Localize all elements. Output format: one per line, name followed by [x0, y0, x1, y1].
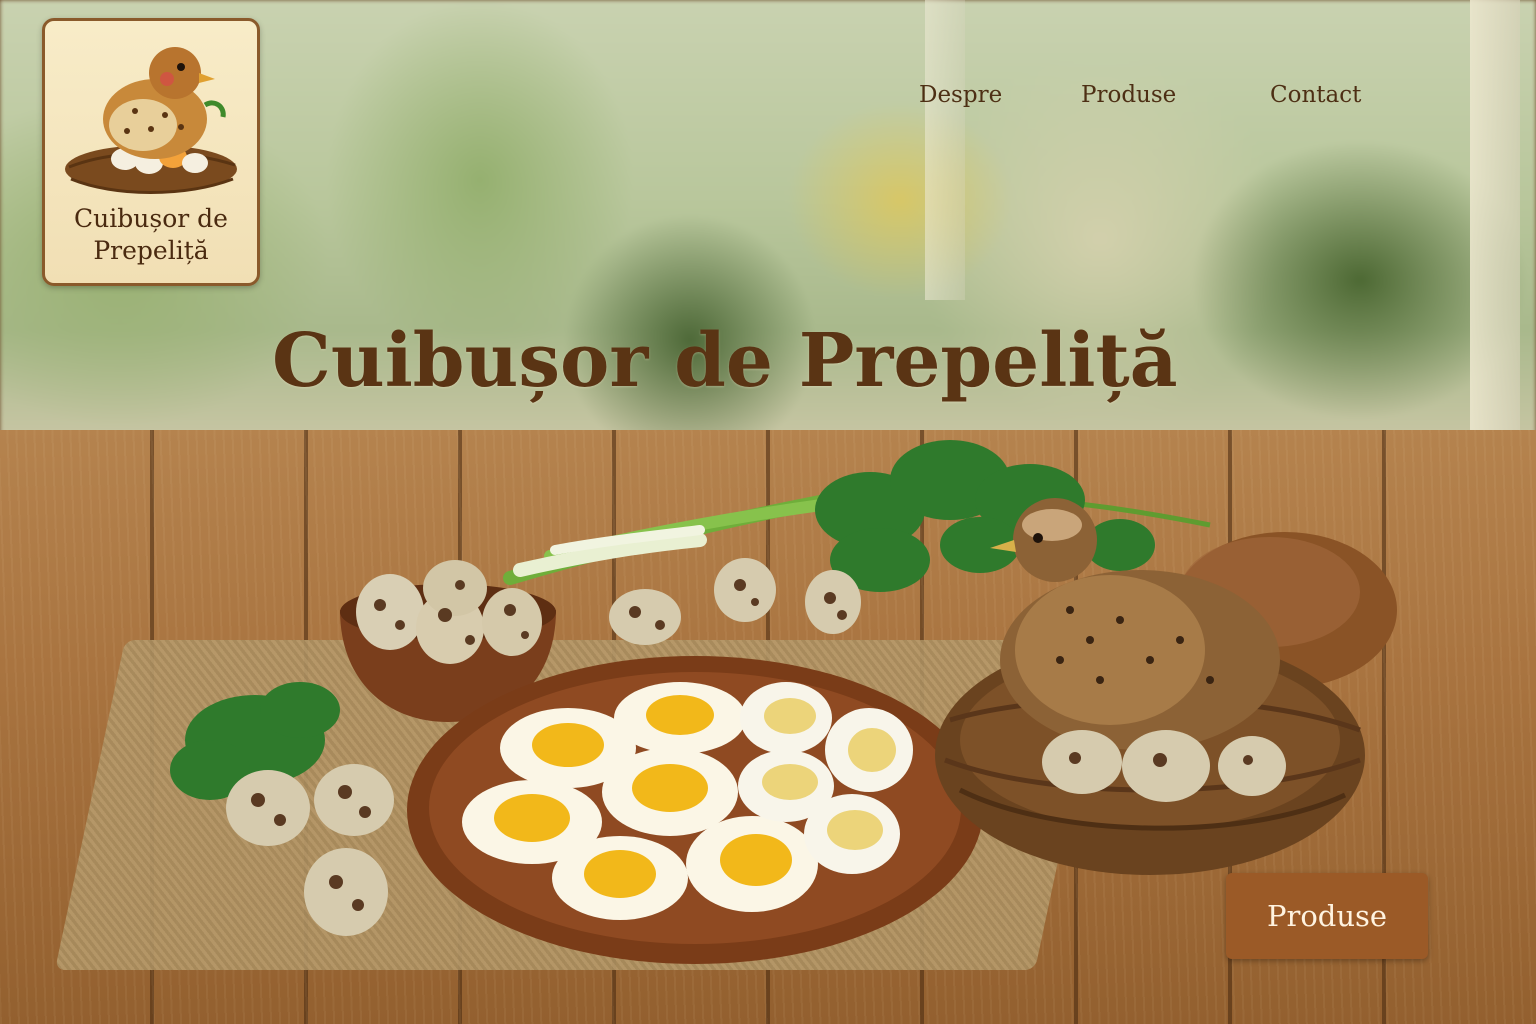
plate-of-eggs: [407, 656, 983, 964]
quail-nest-logo-icon: [65, 47, 237, 194]
brand-logo[interactable]: Cuibușor de Prepeliță: [42, 18, 260, 286]
nav-link-contact[interactable]: Contact: [1270, 82, 1361, 108]
logo-line-1: Cuibușor de: [74, 204, 228, 233]
logo-text: Cuibușor de Prepeliță: [45, 203, 257, 267]
logo-line-2: Prepeliță: [93, 236, 209, 265]
nav-link-produse[interactable]: Produse: [1081, 82, 1176, 108]
hero-title: Cuibușor de Prepeliță: [272, 318, 1178, 404]
products-button[interactable]: Produse: [1226, 873, 1428, 959]
landing-page: Cuibușor de Prepeliță Despre Produse Con…: [0, 0, 1536, 1024]
nav-link-despre[interactable]: Despre: [919, 82, 1002, 108]
